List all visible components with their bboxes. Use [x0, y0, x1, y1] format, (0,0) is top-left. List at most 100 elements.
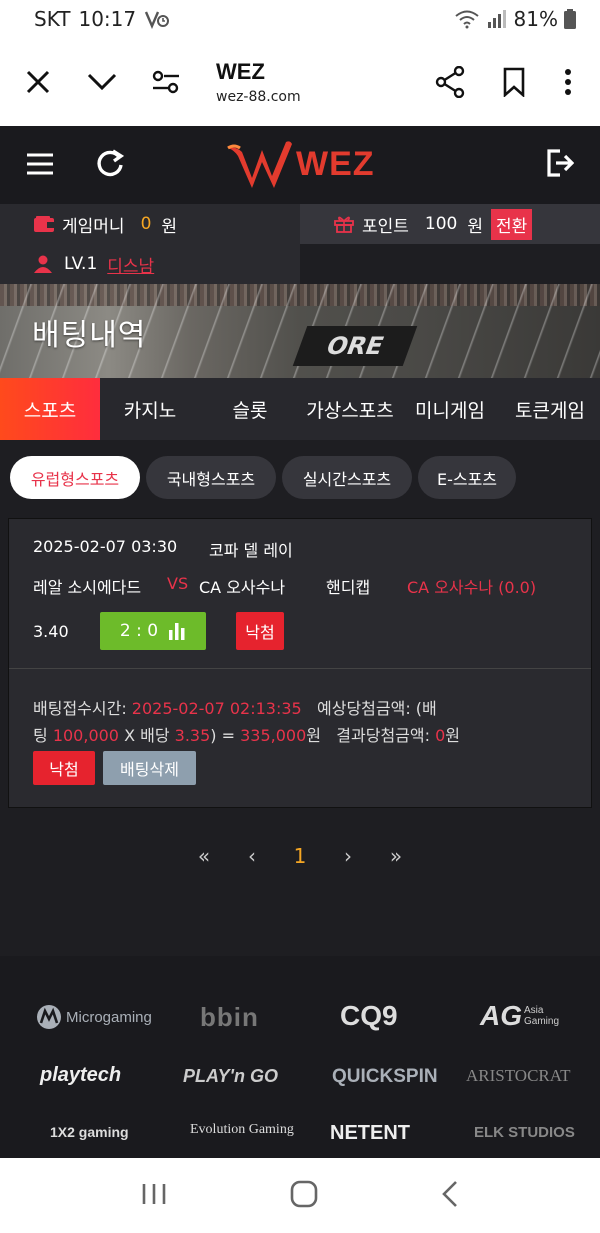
equals-label: ) =	[210, 726, 241, 745]
subtab-european-sports[interactable]: 유럽형스포츠	[10, 456, 140, 499]
sliders-icon	[152, 70, 179, 94]
delete-bet-button[interactable]: 배팅삭제	[103, 751, 196, 785]
provider-cq9: CQ9	[340, 1000, 398, 1031]
site-settings-button[interactable]	[134, 50, 198, 114]
points-value: 100	[424, 214, 458, 234]
address-block[interactable]: WEZ wez-88.com	[216, 59, 301, 105]
recent-apps-button[interactable]	[141, 1182, 167, 1210]
convert-points-button[interactable]: 전환	[491, 208, 533, 240]
share-icon	[435, 66, 465, 98]
hamburger-icon	[27, 153, 53, 175]
provider-bbin: bbin	[200, 1002, 259, 1032]
result-badge: 낙첨	[236, 612, 284, 650]
back-button[interactable]	[441, 1180, 459, 1212]
system-nav-bar	[0, 1158, 600, 1233]
pagination: « ‹ 1 › »	[0, 838, 600, 874]
url-text: wez-88.com	[216, 89, 301, 105]
site-logo[interactable]: WEZ	[226, 138, 375, 190]
user-level-panel: LV.1 디스남	[0, 244, 300, 284]
result-button[interactable]: 낙첨	[33, 751, 95, 785]
bar-chart-icon	[169, 623, 185, 640]
subtab-esports[interactable]: E-스포츠	[418, 456, 516, 499]
prev-page-button[interactable]: ‹	[228, 844, 276, 868]
result-amount-unit: 원	[445, 726, 460, 745]
home-button[interactable]	[290, 1180, 318, 1212]
expected-amount-value: 335,000	[240, 726, 307, 745]
tab-casino[interactable]: 카지노	[100, 378, 200, 440]
refresh-button[interactable]	[96, 148, 125, 182]
menu-button[interactable]	[26, 152, 54, 180]
logo-mark-icon	[227, 141, 292, 188]
points-unit: 원	[467, 216, 484, 237]
tab-slot[interactable]: 슬롯	[200, 378, 300, 440]
last-page-button[interactable]: »	[372, 844, 420, 868]
account-info-bar: 게임머니 0 원 포인트 100 원 전환	[0, 204, 600, 244]
league-name: 코파 델 레이	[209, 541, 293, 560]
user-icon	[34, 255, 52, 273]
category-tabs: 스포츠 카지노 슬롯 가상스포츠 미니게임 토큰게임	[0, 378, 600, 440]
banner-sign: ORE	[292, 326, 418, 366]
close-tab-button[interactable]	[6, 50, 70, 114]
points-panel: 포인트 100 원 전환	[300, 204, 600, 244]
first-page-button[interactable]: «	[180, 844, 228, 868]
bet-market: 핸디캡	[326, 578, 371, 597]
tab-sports[interactable]: 스포츠	[0, 378, 100, 440]
battery-icon	[564, 9, 576, 29]
tab-virtual-sports[interactable]: 가상스포츠	[300, 378, 400, 440]
provider-quickspin: QUICKSPIN	[332, 1066, 438, 1087]
time-label: 10:17	[78, 7, 137, 31]
detail-odds-value: 3.35	[174, 726, 211, 745]
expected-amount-unit: 원	[306, 726, 322, 745]
provider-microgaming: Microgaming	[36, 1004, 152, 1030]
match-score: 2 : 0	[119, 621, 159, 641]
wifi-icon	[454, 10, 479, 29]
subtab-live-sports[interactable]: 실시간스포츠	[282, 456, 412, 499]
status-bar: SKT 10:17 81%	[0, 0, 600, 38]
expected-amount-label: 예상당첨금액: (배	[317, 699, 437, 718]
page-title: 배팅내역	[32, 318, 147, 353]
recent-apps-icon	[143, 1183, 166, 1204]
subtab-domestic-sports[interactable]: 국내형스포츠	[146, 456, 276, 499]
stake-value: 100,000	[52, 726, 119, 745]
provider-evolution: Evolution Gaming	[190, 1122, 294, 1137]
game-money-label: 게임머니	[62, 216, 125, 237]
chevron-down-icon	[87, 73, 117, 91]
refresh-icon	[97, 149, 125, 177]
signal-icon	[487, 10, 506, 28]
more-options-button[interactable]	[546, 50, 590, 114]
times-odds-label: X 배당	[118, 726, 175, 745]
username-link[interactable]: 디스남	[107, 252, 154, 277]
stake-label: 팅	[33, 726, 53, 745]
bookmark-button[interactable]	[482, 50, 546, 114]
bet-odds: 3.40	[33, 622, 69, 641]
collapse-button[interactable]	[70, 50, 134, 114]
game-money-value: 0	[140, 214, 152, 234]
game-money-unit: 원	[161, 216, 178, 237]
bet-match-section: 2025-02-07 03:30 코파 델 레이 레알 소시에다드 VS CA …	[9, 519, 591, 669]
share-button[interactable]	[418, 50, 482, 114]
gift-icon	[334, 216, 354, 233]
next-page-button[interactable]: ›	[324, 844, 372, 868]
provider-playngo: PLAY'n GO	[183, 1066, 278, 1086]
score-button[interactable]: 2 : 0	[100, 612, 206, 650]
site-header: WEZ	[0, 126, 600, 204]
user-level: LV.1	[64, 254, 98, 274]
provider-logos: Microgaming bbin CQ9 AG Asia Gaming play…	[0, 956, 600, 1158]
provider-elk-studios: ELK STUDIOS	[474, 1124, 575, 1141]
logout-button[interactable]	[546, 148, 575, 182]
close-icon	[26, 70, 50, 94]
accept-time-label: 배팅접수시간:	[33, 699, 132, 718]
more-vertical-icon	[565, 69, 571, 95]
volte-icon	[145, 11, 170, 29]
game-money-panel: 게임머니 0 원	[0, 204, 300, 244]
home-icon	[290, 1180, 318, 1207]
tab-mini-game[interactable]: 미니게임	[400, 378, 500, 440]
level-bar: LV.1 디스남	[0, 244, 600, 284]
current-page[interactable]: 1	[276, 844, 324, 868]
page-banner: ORE 배팅내역	[0, 284, 600, 378]
tab-token-game[interactable]: 토큰게임	[500, 378, 600, 440]
provider-aristocrat: ARISTOCRAT	[466, 1066, 571, 1085]
result-amount-label: 결과당첨금액:	[336, 726, 436, 745]
provider-1x2-gaming: 1X2 gaming	[50, 1124, 129, 1140]
points-label: 포인트	[362, 216, 409, 237]
